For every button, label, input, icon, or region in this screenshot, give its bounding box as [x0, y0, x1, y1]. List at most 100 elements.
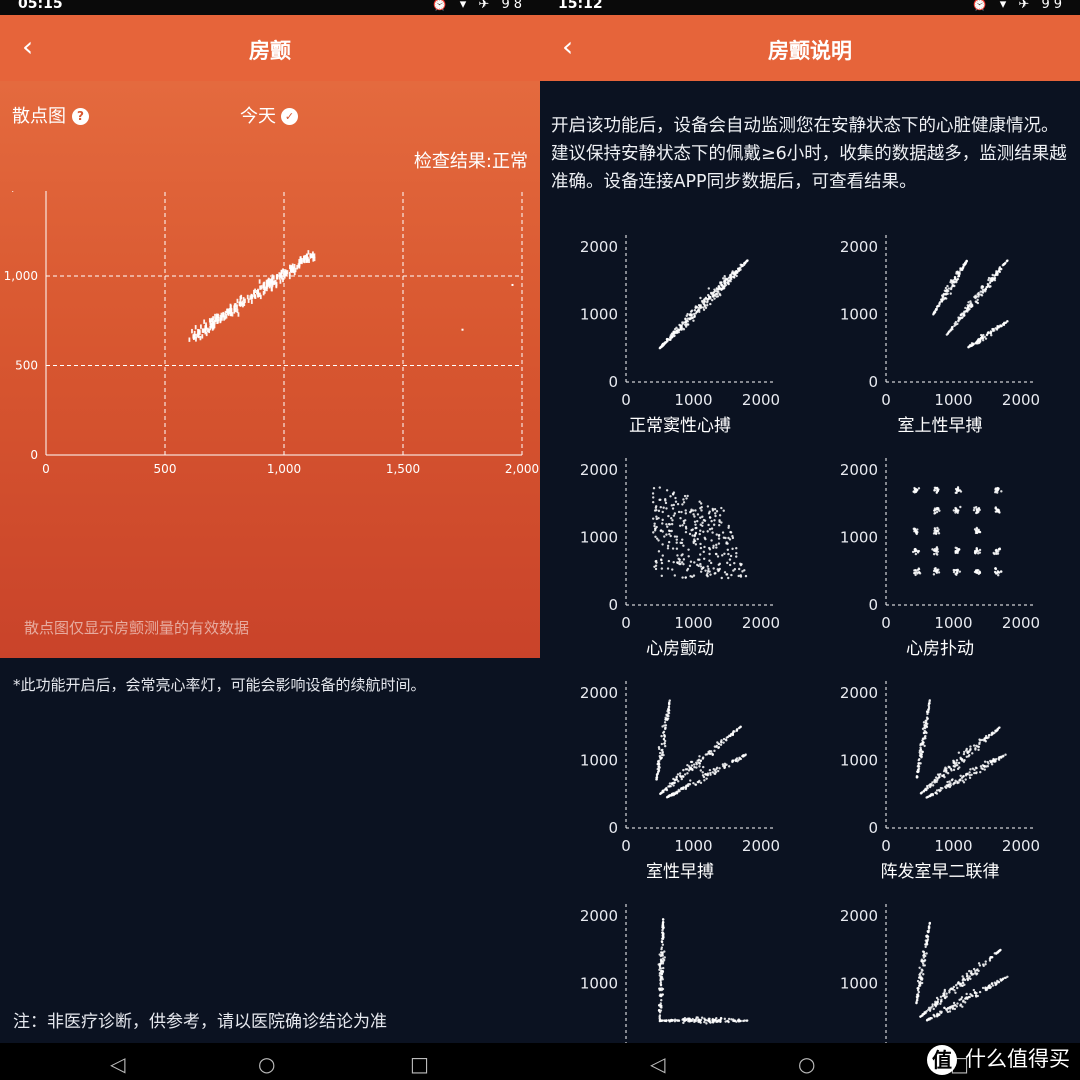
data-point	[920, 968, 924, 971]
data-point	[688, 564, 692, 568]
data-point	[664, 718, 668, 721]
data-point	[699, 546, 703, 550]
data-point	[973, 991, 977, 994]
data-point	[699, 542, 702, 546]
x-tick-label: 2000	[742, 837, 780, 855]
data-point	[699, 1018, 703, 1022]
data-point	[667, 701, 671, 705]
nav-recent-icon[interactable]: □	[410, 1052, 429, 1076]
data-point	[979, 338, 982, 342]
data-point	[949, 988, 952, 991]
data-point	[723, 279, 726, 282]
nav-back-icon[interactable]: ◁	[110, 1052, 125, 1076]
data-point	[693, 515, 696, 518]
data-point	[996, 728, 999, 731]
data-point	[938, 302, 941, 305]
data-point	[984, 988, 988, 991]
data-point	[719, 1019, 722, 1023]
data-point	[975, 295, 978, 298]
data-point	[965, 972, 969, 976]
data-point	[670, 522, 674, 526]
data-point	[675, 538, 678, 541]
data-point	[963, 263, 966, 266]
nav-home-icon[interactable]: ○	[258, 1052, 275, 1076]
help-icon[interactable]: ?	[72, 108, 89, 125]
data-point	[715, 543, 718, 547]
data-point	[983, 335, 986, 339]
data-point	[699, 296, 702, 300]
nav-home-icon[interactable]: ○	[798, 1052, 815, 1076]
data-point	[716, 295, 720, 298]
date-selector[interactable]: 今天 ✓	[240, 102, 298, 128]
data-point	[937, 532, 941, 535]
y-tick-label: 1,500	[4, 191, 38, 194]
data-point	[656, 772, 659, 775]
y-tick-label: 0	[868, 373, 878, 391]
data-point	[188, 337, 191, 342]
data-point	[659, 978, 662, 982]
y-tick-label: 0	[608, 819, 618, 837]
data-point	[973, 506, 976, 510]
x-tick-label: 2000	[742, 391, 780, 409]
data-point	[976, 745, 980, 748]
data-point	[999, 570, 1003, 573]
data-point	[741, 754, 745, 757]
status-bar: 05:15 ⏰ ▾ ✈ 98	[0, 0, 540, 15]
data-point	[205, 325, 207, 331]
data-point	[684, 317, 687, 320]
data-point	[713, 749, 716, 753]
y-tick-label: 2000	[580, 461, 618, 479]
data-point	[912, 527, 916, 531]
data-point	[921, 743, 925, 746]
data-point	[265, 286, 268, 292]
data-point	[686, 494, 689, 498]
y-tick-label: 2000	[580, 684, 618, 702]
data-point	[919, 754, 923, 758]
data-point	[257, 288, 259, 294]
nav-back-icon[interactable]: ◁	[650, 1052, 665, 1076]
data-point	[993, 277, 996, 280]
example-label: 室上性早搏	[897, 416, 983, 436]
data-point	[744, 574, 748, 578]
data-point	[661, 978, 664, 981]
data-point	[705, 777, 708, 780]
data-point	[927, 795, 930, 799]
data-point	[744, 753, 747, 756]
data-point	[662, 731, 665, 734]
data-point	[685, 768, 689, 771]
data-point	[691, 534, 694, 537]
y-tick-label: 2000	[580, 907, 618, 925]
data-point	[965, 259, 968, 263]
y-tick-label: 1000	[840, 529, 878, 547]
data-point	[720, 521, 723, 524]
data-point	[683, 1016, 687, 1020]
data-point	[715, 744, 719, 748]
status-time: 15:12	[558, 0, 603, 12]
data-point	[955, 569, 959, 572]
data-point	[659, 751, 662, 755]
data-point	[703, 536, 706, 540]
data-point	[668, 785, 671, 788]
data-point	[992, 551, 995, 555]
data-point	[1000, 755, 1003, 759]
data-point	[658, 962, 662, 966]
data-point	[222, 313, 224, 318]
data-point	[724, 738, 728, 741]
data-point	[690, 760, 694, 764]
data-point	[928, 699, 931, 702]
data-point	[294, 267, 297, 273]
data-point	[680, 510, 683, 514]
data-point	[969, 971, 973, 975]
data-point	[652, 531, 655, 534]
data-point	[707, 295, 711, 298]
data-point	[671, 519, 674, 522]
data-point	[663, 724, 666, 727]
chart-type-selector[interactable]: 散点图?	[12, 102, 89, 128]
data-point	[194, 325, 197, 330]
data-point	[920, 959, 923, 963]
x-tick-label: 0	[881, 614, 891, 632]
data-point	[977, 969, 980, 973]
data-point	[238, 301, 241, 307]
data-point	[693, 520, 697, 523]
data-point	[286, 270, 289, 275]
